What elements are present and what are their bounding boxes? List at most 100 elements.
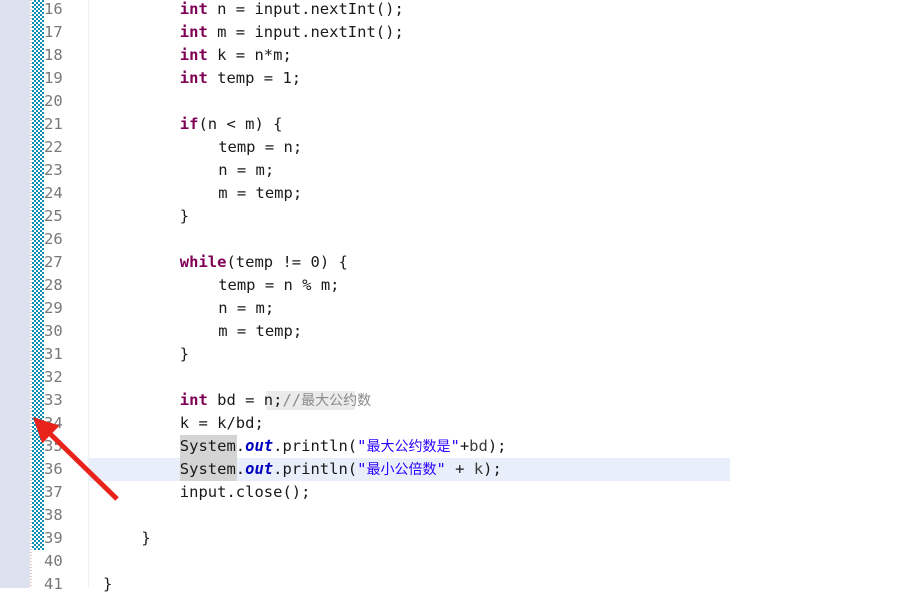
code-line-25[interactable]: } xyxy=(89,205,916,228)
code-line-24[interactable]: m = temp; xyxy=(89,182,916,205)
token-kw: int xyxy=(179,69,208,87)
code-line-17[interactable]: int m = input.nextInt(); xyxy=(89,21,916,44)
line-number-24: 24 xyxy=(44,184,63,202)
code-text-area[interactable]: int n = input.nextInt(); int m = input.ne… xyxy=(89,0,916,593)
line-number-gutter[interactable]: 16 17 18 19 20 21 22 23 24 25 26 27 28 29 30 31 32 33 34 35… xyxy=(44,0,88,593)
token-num: 1 xyxy=(282,69,292,87)
token-kw: if xyxy=(179,115,199,133)
token-plain: + xyxy=(445,460,474,478)
line-number-32: 32 xyxy=(44,368,63,386)
code-line-36[interactable]: System.out.println("最小公倍数" + k); xyxy=(89,458,916,481)
code-line-27[interactable]: while(temp != 0) { xyxy=(89,251,916,274)
code-line-40[interactable] xyxy=(89,550,916,573)
line-number-25: 25 xyxy=(44,207,63,225)
code-line-text: temp = n % m; xyxy=(89,274,340,297)
token-plain: bd = n; xyxy=(207,391,283,409)
token-plain: k = k/bd; xyxy=(179,414,264,432)
line-number-39: 39 xyxy=(44,529,63,547)
code-line-text: } xyxy=(89,343,189,366)
code-line-39[interactable]: } xyxy=(89,527,916,550)
line-number-26: 26 xyxy=(44,230,63,248)
line-number-19: 19 xyxy=(44,69,63,87)
token-num: 0 xyxy=(310,253,320,271)
line-number-31: 31 xyxy=(44,345,63,363)
token-plain: } xyxy=(141,529,151,547)
token-plain: n = xyxy=(207,0,255,18)
code-line-text: int n = input.nextInt(); xyxy=(89,0,404,21)
code-line-text: System.out.println("最小公倍数" + k); xyxy=(89,458,502,482)
editor-left-margin-strip xyxy=(0,0,30,588)
line-number-16: 16 xyxy=(44,0,63,18)
token-str: " xyxy=(436,460,446,478)
line-number-21: 21 xyxy=(44,115,63,133)
token-plain: n = m; xyxy=(218,161,275,179)
code-line-26[interactable] xyxy=(89,228,916,251)
code-line-23[interactable]: n = m; xyxy=(89,159,916,182)
code-line-text: k = k/bd; xyxy=(89,412,264,435)
line-number-40: 40 xyxy=(44,552,63,570)
token-kw: while xyxy=(179,253,227,271)
code-line-19[interactable]: int temp = 1; xyxy=(89,67,916,90)
token-var: bd xyxy=(469,437,488,455)
token-field: out xyxy=(245,437,274,455)
token-plain: temp = n; xyxy=(218,138,303,156)
code-line-32[interactable] xyxy=(89,366,916,389)
token-plain: temp = xyxy=(207,69,283,87)
code-line-35[interactable]: System.out.println("最大公约数是"+bd); xyxy=(89,435,916,458)
token-plain: .println( xyxy=(273,460,358,478)
code-line-16[interactable]: int n = input.nextInt(); xyxy=(89,0,916,21)
code-line-37[interactable]: input.close(); xyxy=(89,481,916,504)
token-field: out xyxy=(245,460,274,478)
change-indicator-bar xyxy=(32,0,44,550)
token-plain: (n < m) { xyxy=(198,115,283,133)
token-plain: } xyxy=(103,575,113,593)
code-line-text: } xyxy=(89,205,189,228)
token-plain: temp = n % m; xyxy=(218,276,340,294)
code-line-text: } xyxy=(89,573,112,596)
token-plain: input xyxy=(254,23,302,41)
code-line-text: int k = n*m; xyxy=(89,44,292,67)
code-line-41[interactable]: } xyxy=(89,573,916,596)
token-plain: . xyxy=(235,437,246,455)
token-plain: ; xyxy=(291,69,302,87)
token-kw: int xyxy=(179,23,208,41)
token-plain: ) { xyxy=(319,253,348,271)
token-plain: m = xyxy=(207,23,255,41)
code-line-33[interactable]: int bd = n;//最大公约数 xyxy=(89,389,916,412)
line-number-17: 17 xyxy=(44,23,63,41)
line-number-22: 22 xyxy=(44,138,63,156)
code-line-text: if(n < m) { xyxy=(89,113,283,136)
code-line-29[interactable]: n = m; xyxy=(89,297,916,320)
line-number-28: 28 xyxy=(44,276,63,294)
line-number-34: 34 xyxy=(44,414,63,432)
token-plain: m = temp; xyxy=(218,322,303,340)
code-line-31[interactable]: } xyxy=(89,343,916,366)
token-plain: } xyxy=(179,207,190,225)
token-str: 最大公约数是 xyxy=(366,439,451,455)
token-plain: input xyxy=(254,0,302,18)
token-kw: int xyxy=(179,0,208,18)
line-number-41: 41 xyxy=(44,575,63,593)
token-plain: .nextInt(); xyxy=(301,23,404,41)
code-line-28[interactable]: temp = n % m; xyxy=(89,274,916,297)
line-number-36: 36 xyxy=(44,460,63,478)
code-line-text: m = temp; xyxy=(89,320,302,343)
code-line-text: int bd = n;//最大公约数 xyxy=(89,389,371,413)
code-line-text: } xyxy=(89,527,151,550)
code-line-34[interactable]: k = k/bd; xyxy=(89,412,916,435)
token-plain: .nextInt(); xyxy=(301,0,404,18)
line-number-23: 23 xyxy=(44,161,63,179)
code-line-38[interactable] xyxy=(89,504,916,527)
code-line-18[interactable]: int k = n*m; xyxy=(89,44,916,67)
code-line-22[interactable]: temp = n; xyxy=(89,136,916,159)
code-line-text: n = m; xyxy=(89,297,274,320)
code-line-text: temp = n; xyxy=(89,136,302,159)
line-number-35: 35 xyxy=(44,437,63,455)
code-line-21[interactable]: if(n < m) { xyxy=(89,113,916,136)
token-kw: int xyxy=(179,391,208,409)
code-line-text: while(temp != 0) { xyxy=(89,251,348,274)
line-number-18: 18 xyxy=(44,46,63,64)
code-line-30[interactable]: m = temp; xyxy=(89,320,916,343)
code-editor-view[interactable]: 16 17 18 19 20 21 22 23 24 25 26 27 28 29 30 31 32 33 34 35… xyxy=(0,0,916,593)
code-line-20[interactable] xyxy=(89,90,916,113)
